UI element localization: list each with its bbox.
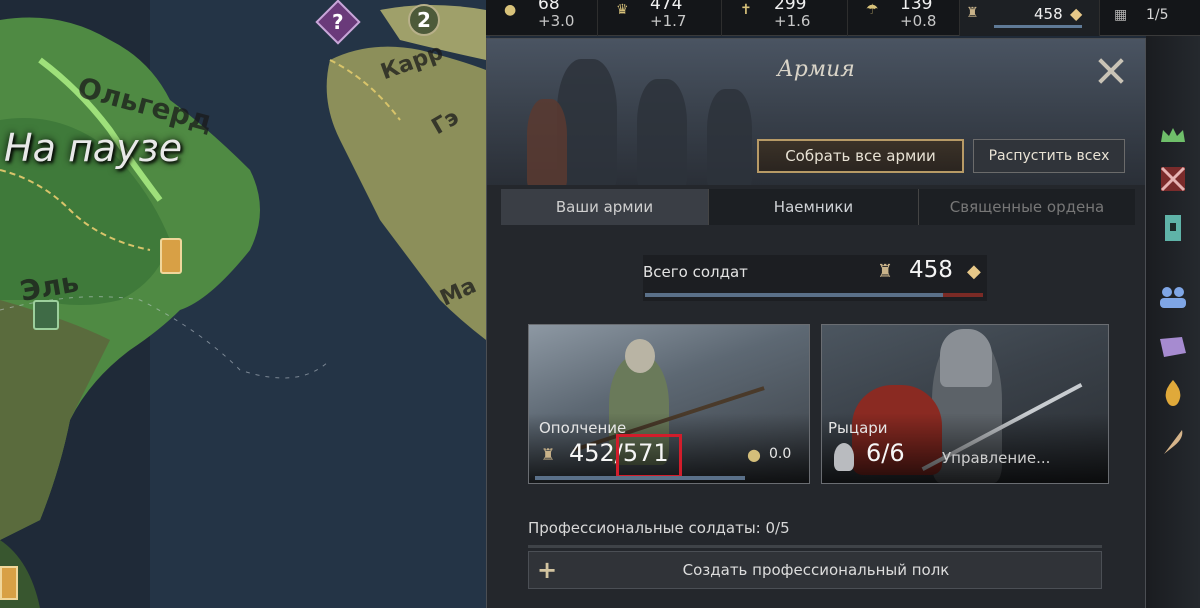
header-art-soldier — [707, 89, 752, 185]
resource-domain[interactable]: ▦ 1/5 — [1100, 0, 1200, 36]
soldier-icon: ♜ — [541, 445, 556, 464]
levy-max-highlight — [616, 434, 682, 478]
county-bull-icon[interactable] — [33, 300, 59, 330]
domain-icon: ▦ — [1114, 7, 1128, 23]
quill-shape — [1164, 430, 1183, 454]
top-resource-bar: ● 68 +3.0 ♛ 474 +1.7 ✝ 299 +1.6 ☂ 139 +0… — [486, 0, 1200, 36]
panel-title: Армия — [777, 57, 855, 82]
crossed-swords-shape — [1160, 166, 1186, 192]
renown-icon: ☂ — [866, 2, 879, 18]
manage-knights-link[interactable]: Управление... — [942, 449, 1050, 467]
resource-gold[interactable]: ● 68 +3.0 — [486, 0, 598, 36]
domain-value: 1/5 — [1146, 7, 1169, 23]
knights-card[interactable]: Рыцари 6/6 Управление... — [821, 324, 1109, 484]
helmet-icon — [834, 443, 854, 471]
diamond-icon: ◆ — [967, 261, 981, 282]
tower-icon[interactable] — [1158, 212, 1188, 242]
crossed-swords-icon[interactable] — [1158, 164, 1188, 194]
total-soldiers-label: Всего солдат — [643, 263, 748, 281]
holding-banner-icon-2[interactable] — [0, 566, 18, 600]
total-soldiers: Всего солдат ♜ 458 ◆ — [643, 255, 987, 301]
question-icon: ? — [332, 9, 344, 34]
piety-icon: ✝ — [740, 2, 752, 18]
piety-income: +1.6 — [774, 12, 811, 30]
professional-soldiers-label: Профессиональные солдаты: 0/5 — [528, 519, 790, 537]
tab-holy-orders[interactable]: Священные ордена — [918, 189, 1135, 225]
tower-shape — [1165, 215, 1181, 241]
unit-stack-marker[interactable]: 2 — [408, 4, 440, 36]
gather-all-armies-button[interactable]: Собрать все армии — [757, 139, 964, 173]
crown-icon[interactable] — [1158, 120, 1188, 150]
renown-income: +0.8 — [900, 12, 937, 30]
create-regiment-label: Создать профессиональный полк — [682, 561, 950, 579]
close-button[interactable] — [1095, 55, 1127, 87]
disband-all-button[interactable]: Распустить всех — [973, 139, 1125, 173]
levy-title: Ополчение — [539, 419, 627, 437]
total-soldiers-value: 458 — [909, 257, 953, 283]
resource-renown[interactable]: ☂ 139 +0.8 — [848, 0, 960, 36]
army-total-value: 458 — [1034, 5, 1063, 23]
header-art-soldier — [637, 79, 687, 185]
council-people-icon[interactable] — [1158, 282, 1188, 312]
gold-income: +3.0 — [538, 12, 575, 30]
panel-header: Армия Собрать все армии Распустить всех — [487, 39, 1145, 185]
gold-icon: ● — [747, 445, 761, 464]
scroll-icon[interactable] — [1158, 332, 1188, 362]
resource-prestige[interactable]: ♛ 474 +1.7 — [598, 0, 722, 36]
knights-title: Рыцари — [828, 419, 888, 437]
header-art-soldier — [527, 99, 567, 185]
faith-flame-icon[interactable] — [1158, 378, 1188, 408]
army-bar — [994, 25, 1082, 28]
right-sidebar — [1146, 36, 1200, 608]
holding-banner-icon[interactable] — [160, 238, 182, 274]
army-panel: Армия Собрать все армии Распустить всех … — [486, 38, 1146, 608]
total-soldiers-bar-cap — [943, 293, 983, 297]
scroll-shape — [1160, 337, 1186, 357]
prestige-income: +1.7 — [650, 12, 687, 30]
levy-art-head — [625, 339, 655, 373]
levy-cost: 0.0 — [769, 446, 792, 462]
people-shape — [1160, 287, 1186, 308]
crown-shape — [1161, 128, 1185, 142]
unit-stack-count: 2 — [417, 8, 431, 32]
soldier-icon: ♜ — [966, 5, 979, 21]
tab-mercenaries[interactable]: Наемники — [708, 189, 918, 225]
levy-bar — [535, 476, 745, 480]
knight-art-helm — [940, 329, 992, 387]
resource-piety[interactable]: ✝ 299 +1.6 — [722, 0, 848, 36]
soldier-icon: ♜ — [877, 261, 894, 282]
army-tabs: Ваши армии Наемники Священные ордена — [501, 189, 1135, 225]
professional-divider — [528, 545, 1102, 548]
flame-shape — [1165, 380, 1181, 406]
resource-army[interactable]: ♜ 458 ◆ — [960, 0, 1100, 36]
levy-card[interactable]: Ополчение ♜ 452/571 ● 0.0 — [528, 324, 810, 484]
tab-your-armies[interactable]: Ваши армии — [501, 189, 708, 225]
diamond-icon: ◆ — [1070, 4, 1083, 23]
quill-icon[interactable] — [1158, 426, 1188, 456]
pause-label: На паузе — [4, 126, 183, 170]
total-soldiers-bar — [645, 293, 983, 297]
create-regiment-button[interactable]: + Создать профессиональный полк — [528, 551, 1102, 589]
knights-count: 6/6 — [866, 439, 905, 467]
gold-icon: ● — [504, 2, 517, 18]
prestige-icon: ♛ — [616, 2, 629, 18]
